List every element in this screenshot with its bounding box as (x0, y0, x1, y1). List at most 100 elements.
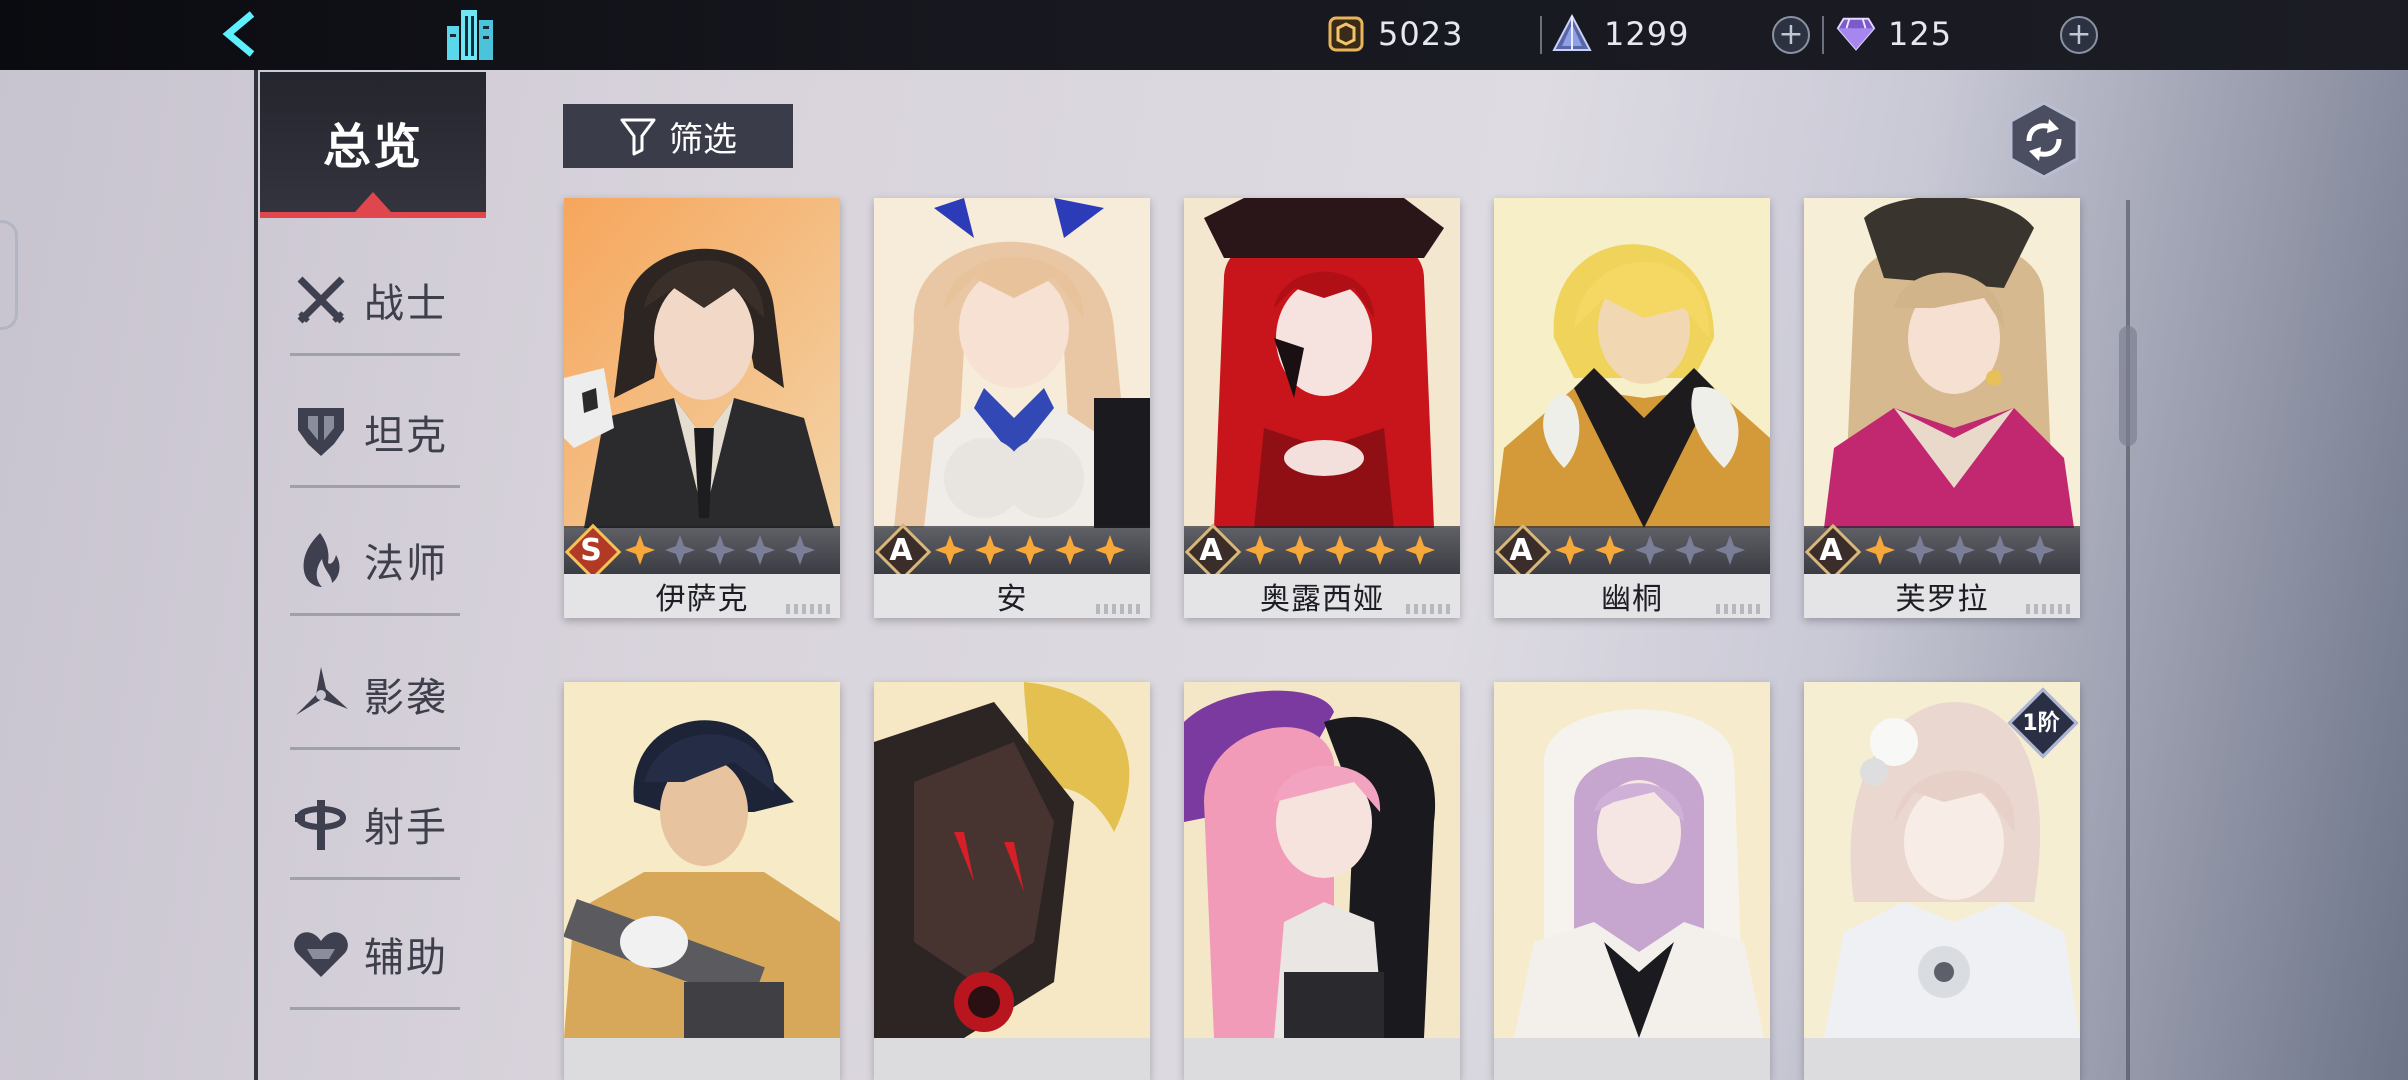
shield-tank-icon (290, 401, 352, 463)
sidebar-item-mage[interactable]: 法师 (290, 506, 460, 616)
tab-overview-label: 总览 (322, 119, 423, 175)
star-lit-icon (1010, 530, 1050, 570)
rank-row: A (874, 526, 1150, 574)
hero-portrait (874, 198, 1150, 528)
sidebar-item-label: 辅助 (364, 934, 448, 981)
rank-row: A (1494, 526, 1770, 574)
star-lit-icon (1360, 530, 1400, 570)
back-button[interactable] (210, 6, 270, 62)
rank-badge: A (878, 527, 924, 573)
hero-portrait (1184, 198, 1460, 528)
currency-gold: 5023 (1326, 12, 1463, 56)
hero-card[interactable] (564, 682, 840, 1080)
hero-card[interactable]: A 奥露西娅 (1184, 198, 1460, 618)
back-arrow-icon (222, 11, 255, 57)
rank-row: S (564, 526, 840, 574)
currency-crystal: 1299 (1552, 12, 1689, 56)
star-lit-icon (1400, 530, 1440, 570)
filter-label: 筛选 (669, 119, 737, 160)
sidebar-item-warrior[interactable]: 战士 (290, 246, 460, 356)
top-bar: 5023 1299 + 125 + (0, 0, 2408, 70)
hero-card[interactable] (1494, 682, 1770, 1080)
star-dim-icon (1980, 530, 2020, 570)
star-dim-icon (660, 530, 700, 570)
star-lit-icon (1320, 530, 1360, 570)
hero-portrait (564, 198, 840, 528)
hero-card[interactable] (874, 682, 1150, 1080)
star-dim-icon (1630, 530, 1670, 570)
hero-portrait (564, 682, 840, 1038)
currency-diamond: 125 (1836, 12, 1952, 56)
star-dim-icon (740, 530, 780, 570)
rank-row: A (1184, 526, 1460, 574)
side-handle[interactable] (0, 220, 18, 330)
hero-card[interactable]: 1阶 (1804, 682, 2080, 1080)
support-heart-icon (290, 923, 352, 985)
star-lit-icon (930, 530, 970, 570)
refresh-button[interactable] (2008, 100, 2080, 180)
star-dim-icon (2020, 530, 2060, 570)
sidebar-divider (254, 70, 258, 1080)
hero-card[interactable]: A 幽桐 (1494, 198, 1770, 618)
star-dim-icon (780, 530, 820, 570)
star-lit-icon (1090, 530, 1130, 570)
star-lit-icon (1280, 530, 1320, 570)
active-tab-indicator (355, 192, 391, 212)
star-dim-icon (700, 530, 740, 570)
star-dim-icon (1670, 530, 1710, 570)
star-lit-icon (1590, 530, 1630, 570)
mage-flame-icon (290, 529, 352, 591)
hero-portrait (1184, 682, 1460, 1038)
sidebar-item-tank[interactable]: 坦克 (290, 378, 460, 488)
star-dim-icon (1900, 530, 1940, 570)
star-lit-icon (970, 530, 1010, 570)
tab-overview[interactable]: 总览 (260, 72, 486, 218)
hero-card[interactable] (1184, 682, 1460, 1080)
add-diamond-button[interactable]: + (2060, 16, 2098, 54)
gold-amount: 5023 (1378, 15, 1464, 53)
filter-button[interactable]: 筛选 (563, 104, 793, 168)
star-dim-icon (1940, 530, 1980, 570)
rank-row: A (1804, 526, 2080, 574)
tier-badge: 1阶 (2010, 690, 2072, 752)
star-dim-icon (1710, 530, 1750, 570)
currency-divider (1822, 16, 1824, 54)
hero-name: 伊萨克 (564, 574, 840, 618)
star-lit-icon (620, 530, 660, 570)
rank-badge: A (1188, 527, 1234, 573)
shadow-shuriken-icon (290, 663, 352, 725)
sidebar-item-label: 射手 (364, 804, 448, 851)
city-buildings-icon (447, 10, 493, 60)
hero-name: 奥露西娅 (1184, 574, 1460, 618)
hero-card[interactable]: A 芙罗拉 (1804, 198, 2080, 618)
hero-card[interactable]: A 安 (874, 198, 1150, 618)
crystal-amount: 1299 (1604, 15, 1690, 53)
rank-badge: A (1808, 527, 1854, 573)
hero-card[interactable]: S 伊萨克 (564, 198, 840, 618)
rank-badge: S (568, 527, 614, 573)
star-lit-icon (1860, 530, 1900, 570)
sidebar-item-label: 影袭 (364, 674, 448, 721)
sidebar-item-assassin[interactable]: 影袭 (290, 640, 460, 750)
hero-portrait (1494, 198, 1770, 528)
sidebar-item-archer[interactable]: 射手 (290, 770, 460, 880)
crystal-pyramid-icon (1552, 14, 1592, 54)
diamond-icon (1836, 14, 1876, 54)
add-crystal-button[interactable]: + (1772, 16, 1810, 54)
archer-crosshair-icon (290, 793, 352, 855)
refresh-arrows-icon (2009, 101, 2079, 179)
hero-portrait (874, 682, 1150, 1038)
sidebar-item-support[interactable]: 辅助 (290, 900, 460, 1010)
star-lit-icon (1550, 530, 1590, 570)
rank-badge: A (1498, 527, 1544, 573)
hero-name: 幽桐 (1494, 574, 1770, 618)
currency-divider (1540, 16, 1542, 54)
gold-coin-icon (1326, 14, 1366, 54)
hero-name: 芙罗拉 (1804, 574, 2080, 618)
star-lit-icon (1240, 530, 1280, 570)
city-button[interactable] (440, 4, 500, 64)
hero-name: 安 (874, 574, 1150, 618)
hero-portrait (1804, 198, 2080, 528)
scroll-thumb[interactable] (2119, 326, 2137, 446)
star-lit-icon (1050, 530, 1090, 570)
